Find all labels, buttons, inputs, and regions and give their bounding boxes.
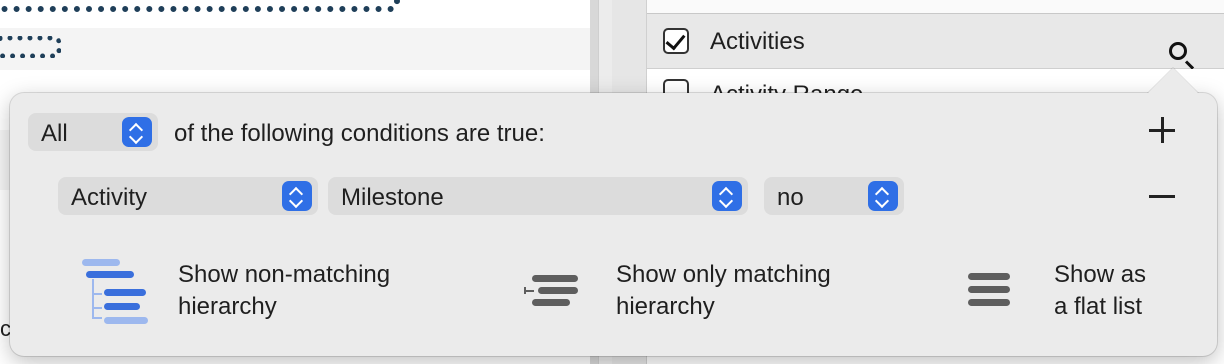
option-label-line2: hierarchy — [616, 293, 715, 320]
activities-checkbox[interactable] — [663, 28, 689, 54]
option-show-non-matching[interactable]: Show non-matching hierarchy — [76, 255, 436, 335]
remove-condition-button[interactable] — [1147, 181, 1177, 211]
option-show-only-matching[interactable]: Show only matching hierarchy — [524, 255, 904, 335]
matching-hierarchy-icon — [524, 275, 580, 309]
up-down-chevron-icon — [868, 181, 898, 211]
option-label-line2: a flat list — [1054, 293, 1143, 320]
popover-arrow — [1147, 68, 1199, 94]
filter-item-label: Activities — [710, 28, 805, 55]
option-label-line1: Show only matching — [616, 261, 831, 288]
search-icon[interactable] — [1169, 42, 1187, 60]
checkmark-icon — [665, 29, 686, 51]
filter-item-activities[interactable]: Activities — [647, 14, 1224, 69]
option-show-flat-list[interactable]: Show as a flat list — [968, 255, 1198, 335]
rule-property-popup[interactable]: Milestone — [328, 177, 748, 215]
conditions-label: of the following conditions are true: — [174, 120, 545, 147]
option-label-line1: Show as — [1054, 261, 1147, 288]
up-down-chevron-icon — [712, 181, 742, 211]
up-down-chevron-icon — [282, 181, 312, 211]
option-label-line2: hierarchy — [178, 293, 277, 320]
rule-field-popup[interactable]: Activity — [58, 177, 318, 215]
rule-value-popup[interactable]: no — [764, 177, 904, 215]
outline-row — [0, 28, 590, 71]
quantifier-popup[interactable]: All — [28, 113, 158, 151]
flat-list-icon — [968, 273, 1012, 309]
up-down-chevron-icon — [122, 117, 152, 147]
dependency-line — [0, 0, 400, 12]
quantifier-value: All — [41, 120, 68, 147]
hierarchy-outline-icon — [76, 259, 148, 325]
filter-popover: All of the following conditions are true… — [10, 68, 1217, 356]
dependency-line — [0, 36, 61, 58]
option-label-line1: Show non-matching — [178, 261, 391, 288]
rule-property-value: Milestone — [341, 184, 444, 211]
rule-value-value: no — [777, 184, 804, 211]
rule-field-value: Activity — [71, 184, 148, 211]
add-condition-button[interactable] — [1147, 115, 1177, 145]
filter-list-row — [647, 0, 1224, 14]
